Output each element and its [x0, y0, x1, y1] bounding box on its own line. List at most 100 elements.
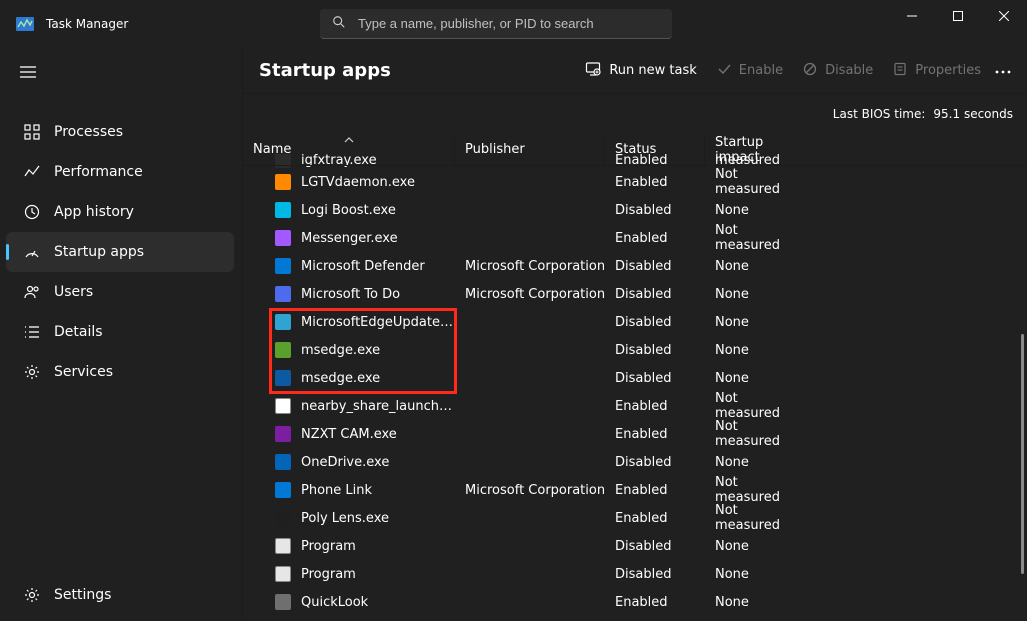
row-status: Disabled [605, 287, 705, 302]
sidebar-item-users[interactable]: Users [6, 272, 234, 312]
row-impact: None [705, 595, 800, 610]
sidebar-item-app-history[interactable]: App history [6, 192, 234, 232]
sidebar-item-startup-apps[interactable]: Startup apps [6, 232, 234, 272]
sidebar-item-details[interactable]: Details [6, 312, 234, 352]
row-impact: None [705, 287, 800, 302]
app-row-icon [275, 202, 291, 218]
search-box[interactable] [320, 9, 672, 39]
gear-icon [24, 364, 40, 380]
row-status: Enabled [605, 231, 705, 246]
row-status: Enabled [605, 399, 705, 414]
row-status: Disabled [605, 343, 705, 358]
check-icon [717, 62, 731, 80]
table-row[interactable]: msedge.exeDisabledNone [243, 364, 1027, 392]
row-publisher: Microsoft Corporation [455, 287, 605, 302]
sidebar-item-processes[interactable]: Processes [6, 112, 234, 152]
sidebar-item-label: Startup apps [54, 244, 144, 260]
sidebar-item-label: Settings [54, 587, 111, 603]
row-name: Logi Boost.exe [301, 203, 396, 218]
row-name: Microsoft To Do [301, 287, 400, 302]
row-status: Enabled [605, 595, 705, 610]
row-impact: None [705, 315, 800, 330]
sidebar-item-settings[interactable]: Settings [6, 575, 234, 615]
titlebar: Task Manager [0, 0, 1027, 48]
table-row[interactable]: OneDrive.exe DisabledNone [243, 448, 1027, 476]
row-name: Phone Link [301, 483, 372, 498]
column-header-impact[interactable]: Startup impact [705, 134, 800, 165]
row-status: Disabled [605, 455, 705, 470]
page-title: Startup apps [259, 60, 575, 81]
grid-icon [24, 124, 40, 140]
enable-button: Enable [707, 56, 793, 86]
maximize-button[interactable] [935, 0, 981, 32]
table-row[interactable]: MicrosoftEdgeUpdateCore...DisabledNone [243, 308, 1027, 336]
row-impact: Not measured [705, 503, 800, 533]
run-new-task-button[interactable]: Run new task [575, 55, 706, 87]
nav-toggle-button[interactable] [8, 54, 48, 90]
app-row-icon [275, 174, 291, 190]
row-status: Disabled [605, 315, 705, 330]
row-status: Enabled [605, 175, 705, 190]
row-status: Disabled [605, 567, 705, 582]
app-row-icon [275, 398, 291, 414]
row-impact: None [705, 371, 800, 386]
table-row[interactable]: msedge.exeDisabledNone [243, 336, 1027, 364]
row-name: QuickLook [301, 595, 368, 610]
row-impact: Not measured [705, 223, 800, 253]
app-row-icon [275, 370, 291, 386]
row-impact: Not measured [705, 475, 800, 505]
gauge-icon [24, 244, 40, 260]
ellipsis-icon [995, 63, 1011, 78]
disable-button: Disable [793, 56, 883, 86]
row-impact: None [705, 259, 800, 274]
row-impact: Not measured [705, 419, 800, 449]
sort-ascending-icon [344, 134, 354, 147]
sidebar-item-label: Performance [54, 164, 143, 180]
users-icon [24, 284, 40, 300]
minimize-button[interactable] [889, 0, 935, 32]
row-name: Poly Lens.exe [301, 511, 389, 526]
more-button[interactable] [991, 57, 1015, 84]
table-row[interactable]: Microsoft DefenderMicrosoft CorporationD… [243, 252, 1027, 280]
table-row[interactable]: NZXT CAM.exeEnabledNot measured [243, 420, 1027, 448]
row-impact: Not measured [705, 167, 800, 197]
app-row-icon [275, 566, 291, 582]
bios-time-value: 95.1 seconds [933, 107, 1013, 121]
history-icon [24, 204, 40, 220]
app-icon [16, 17, 34, 31]
close-button[interactable] [981, 0, 1027, 32]
row-impact: None [705, 455, 800, 470]
row-name: Microsoft Defender [301, 259, 425, 274]
app-row-icon [275, 454, 291, 470]
table-row[interactable]: Messenger.exeEnabledNot measured [243, 224, 1027, 252]
table-row[interactable]: ProgramDisabledNone [243, 560, 1027, 588]
table-row[interactable]: ProgramDisabledNone [243, 532, 1027, 560]
row-name: OneDrive.exe [301, 455, 389, 470]
row-status: Disabled [605, 371, 705, 386]
table-row[interactable]: LGTVdaemon.exe EnabledNot measured [243, 168, 1027, 196]
table-row[interactable]: nearby_share_launcher.exeEnabledNot meas… [243, 392, 1027, 420]
column-header-status[interactable]: Status [605, 134, 705, 165]
row-name: NZXT CAM.exe [301, 427, 397, 442]
sidebar-item-services[interactable]: Services [6, 352, 234, 392]
table-row[interactable]: Microsoft To Do Microsoft CorporationDisa… [243, 280, 1027, 308]
row-name: LGTVdaemon.exe [301, 175, 415, 190]
table-row[interactable]: Poly Lens.exeEnabledNot measured [243, 504, 1027, 532]
table-row[interactable]: QuickLook EnabledNone [243, 588, 1027, 616]
table-row[interactable]: Phone LinkMicrosoft CorporationEnabledNo… [243, 476, 1027, 504]
table-row[interactable]: Logi Boost.exeDisabledNone [243, 196, 1027, 224]
sidebar-item-performance[interactable]: Performance [6, 152, 234, 192]
column-header-publisher[interactable]: Publisher [455, 134, 605, 165]
app-row-icon [275, 342, 291, 358]
column-header-name[interactable]: Name [243, 134, 455, 165]
properties-button: Properties [883, 56, 991, 86]
disable-icon [803, 62, 817, 80]
row-name: Program [301, 567, 356, 582]
search-icon [332, 15, 346, 33]
list-icon [24, 324, 40, 340]
performance-icon [24, 164, 40, 180]
search-input[interactable] [358, 16, 660, 31]
app-row-icon [275, 482, 291, 498]
app-row-icon [275, 314, 291, 330]
vertical-scrollbar[interactable] [1021, 334, 1024, 574]
